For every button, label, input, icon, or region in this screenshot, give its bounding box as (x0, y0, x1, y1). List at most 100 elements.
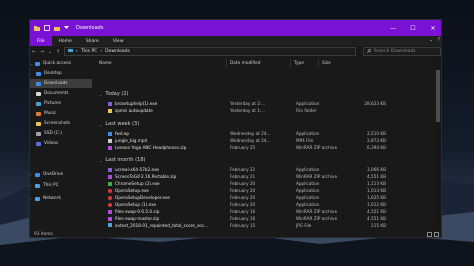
file-row[interactable]: brosetuphelp(1).exe Yesterday at 2:... A… (93, 100, 434, 107)
tab-view[interactable]: View (106, 39, 131, 44)
column-date-modified[interactable]: Date modified (226, 59, 290, 67)
computer-icon (35, 183, 40, 188)
file-size: 2,873 KB (367, 138, 386, 143)
breadcrumb-this-pc[interactable]: This PC (81, 49, 97, 54)
new-folder-icon[interactable] (53, 25, 60, 32)
column-size[interactable]: Size (318, 59, 388, 67)
file-row[interactable]: Lenovo Yoga ANC Headphones.zip February … (93, 144, 434, 151)
file-row[interactable]: files-swap-master.zip February 16 WinRAR… (93, 215, 434, 222)
group-header-last-month[interactable]: ⌄ Last month (18) (99, 155, 145, 165)
sidebar-item-quick-access[interactable]: ⌄ Quick access (30, 59, 92, 68)
sidebar-item-label: Music (44, 111, 57, 116)
minimize-button[interactable]: — (383, 20, 403, 36)
maximize-button[interactable]: ☐ (403, 20, 423, 36)
sidebar-item-onedrive[interactable]: › OneDrive (30, 170, 92, 179)
group-label: Last week (3) (105, 121, 140, 127)
network-icon (35, 196, 40, 201)
file-size: 4,551 KB (367, 174, 386, 179)
details-view-icon[interactable] (427, 232, 432, 237)
sidebar-item-network[interactable]: › Network (30, 194, 92, 203)
address-bar[interactable]: › This PC › Downloads (64, 47, 356, 56)
breadcrumb-downloads[interactable]: Downloads (105, 49, 130, 54)
sidebar-item-downloads[interactable]: Downloads (30, 79, 92, 88)
file-name: OperaSetup (1).exe (115, 202, 157, 207)
file-row[interactable]: zpmsi autoupdate Yesterday at 1:... File… (93, 107, 434, 114)
search-box[interactable]: Search Downloads (363, 47, 441, 56)
vertical-scrollbar[interactable] (435, 58, 441, 230)
customize-qat-icon[interactable] (63, 25, 70, 32)
sidebar-item-documents[interactable]: Documents (30, 89, 92, 98)
file-name: fwd.ep (115, 131, 130, 136)
properties-icon[interactable] (43, 25, 50, 32)
sidebar-item-label: Quick access (43, 61, 71, 66)
file-date: February 16 (230, 216, 256, 221)
tab-share[interactable]: Share (79, 39, 106, 44)
ribbon-tabs: File Home Share View ⌄ ? (30, 36, 441, 46)
file-row[interactable]: ScreenToGif-2.16.Portable.zip February 2… (93, 173, 434, 180)
chevron-down-icon[interactable]: ⌄ (99, 92, 102, 97)
folder-icon (33, 25, 40, 32)
sidebar-item-ssd[interactable]: SSD (C:) (30, 129, 92, 138)
title-bar[interactable]: Downloads — ☐ ✕ (30, 20, 441, 36)
recent-locations-button[interactable]: ⌄ (46, 49, 54, 55)
tab-file[interactable]: File (30, 36, 52, 46)
file-name: files-swap-master.zip (115, 216, 160, 221)
video-file-icon (108, 138, 112, 143)
folder-icon (108, 108, 112, 113)
file-size: 2,510 KB (367, 131, 386, 136)
file-date: February 20 (230, 195, 256, 200)
sidebar-item-label: This PC (43, 183, 59, 188)
file-date: Yesterday at 2:... (230, 101, 266, 106)
group-header-last-week[interactable]: ⌄ Last week (3) (99, 119, 139, 129)
file-size: 6,394 KB (367, 145, 386, 150)
item-count: 93 items (34, 232, 53, 237)
file-row[interactable]: fwd.ep Wednesday at 24... Application 2,… (93, 130, 434, 137)
file-row[interactable]: avtest_2018-01_repainted_total_score_sec… (93, 222, 434, 228)
chrome-icon (108, 181, 112, 186)
scrollbar-thumb[interactable] (436, 70, 440, 122)
archive-icon (108, 145, 112, 150)
file-size: 4,551 KB (367, 209, 386, 214)
sidebar-item-pictures[interactable]: Pictures (30, 99, 92, 108)
sidebar-item-screenshots[interactable]: Screenshots (30, 119, 92, 128)
file-row[interactable]: OperaSetup.exe February 20 Application 1… (93, 187, 434, 194)
forward-button[interactable]: → (38, 49, 46, 55)
folder-icon (36, 121, 41, 126)
document-icon (36, 91, 41, 96)
up-button[interactable]: ↑ (54, 49, 62, 55)
archive-icon (108, 174, 112, 179)
file-date: February 20 (230, 202, 256, 207)
sidebar-item-videos[interactable]: Videos (30, 139, 92, 148)
cloud-icon (35, 172, 40, 177)
search-input[interactable]: Search Downloads (374, 49, 416, 54)
status-bar: 93 items (30, 230, 441, 237)
file-row[interactable]: ChromeSetup (2).exe February 20 Applicat… (93, 180, 434, 187)
tab-home[interactable]: Home (52, 39, 79, 44)
file-size: 3,066 KB (367, 167, 386, 172)
file-size: 215 KB (371, 222, 386, 228)
file-row[interactable]: ucrewi-x64-57b2.exe February 22 Applicat… (93, 166, 434, 173)
column-type[interactable]: Type (290, 59, 318, 67)
sidebar-item-desktop[interactable]: Desktop (30, 69, 92, 78)
search-icon (366, 48, 372, 55)
sidebar-item-this-pc[interactable]: › This PC (30, 181, 92, 190)
help-icon[interactable]: ? (437, 37, 440, 43)
application-icon (108, 101, 112, 106)
group-header-today[interactable]: ⌄ Today (2) (99, 89, 129, 99)
sidebar-item-label: Downloads (44, 81, 68, 86)
file-row[interactable]: OperaSetupDeveloper.exe February 20 Appl… (93, 194, 434, 201)
chevron-down-icon[interactable]: ⌄ (99, 158, 102, 163)
file-row[interactable]: jungle_big.mp4 Wednesday at 24... MP4 Fi… (93, 137, 434, 144)
sidebar-item-music[interactable]: Music (30, 109, 92, 118)
column-name[interactable]: Name (93, 59, 193, 67)
file-row[interactable]: files-swap-0.6.5.0.zip February 16 WinRA… (93, 208, 434, 215)
back-button[interactable]: ← (30, 49, 38, 55)
close-button[interactable]: ✕ (423, 20, 441, 36)
file-row[interactable]: OperaSetup (1).exe February 20 Applicati… (93, 201, 434, 208)
expand-ribbon-icon[interactable]: ⌄ (429, 37, 433, 43)
sidebar-item-label: Screenshots (44, 121, 71, 126)
sidebar-item-label: Documents (44, 91, 69, 96)
chevron-down-icon[interactable]: ⌄ (99, 122, 102, 127)
file-name: avtest_2018-01_repainted_total_score_sec… (115, 222, 209, 228)
large-icons-view-icon[interactable] (434, 232, 439, 237)
